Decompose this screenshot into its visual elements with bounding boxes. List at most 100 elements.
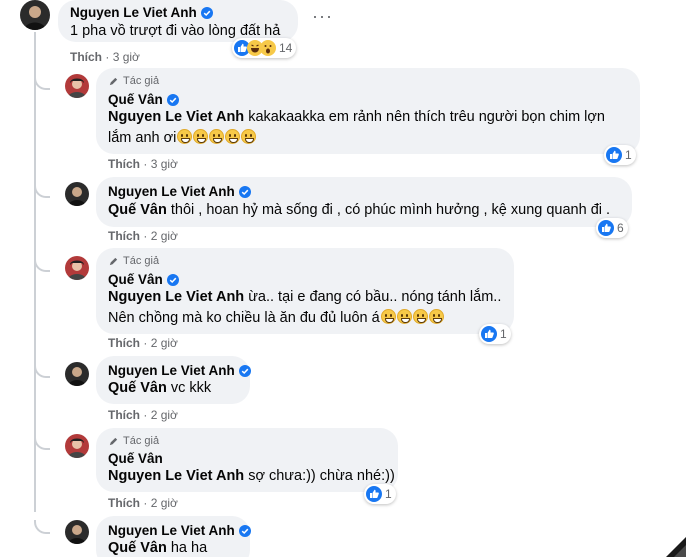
- meta-separator: ·: [143, 157, 151, 171]
- author-badge: Tác giả: [108, 255, 159, 267]
- reaction-summary[interactable]: 6: [596, 218, 628, 238]
- reaction-summary[interactable]: 1: [604, 145, 636, 165]
- commenter-name[interactable]: Quế Vân: [108, 451, 163, 466]
- verified-icon: [166, 93, 179, 106]
- comment-meta: Thích · 3 giờ: [70, 50, 140, 64]
- corner-graphic: [666, 537, 686, 557]
- avatar[interactable]: [65, 74, 89, 98]
- mention-link[interactable]: Nguyen Le Viet Anh: [108, 289, 244, 305]
- wow-icon: [260, 40, 276, 56]
- timestamp[interactable]: 2 giờ: [151, 496, 178, 510]
- reaction-count: 1: [625, 148, 632, 162]
- commenter-name[interactable]: Nguyen Le Viet Anh: [108, 363, 251, 378]
- timestamp[interactable]: 2 giờ: [151, 336, 178, 350]
- comment-line: vc kkk: [166, 380, 212, 396]
- commenter-name[interactable]: Quế Vân: [108, 92, 179, 107]
- more-options-icon[interactable]: ···: [312, 6, 333, 27]
- name-text[interactable]: Nguyen Le Viet Anh: [108, 523, 235, 538]
- reaction-count: 14: [279, 41, 293, 55]
- thread-connector: [34, 76, 50, 90]
- like-icon: [606, 147, 622, 163]
- comment-line: ừa.. tại e đang có bầu.. nóng tánh lắm..: [244, 289, 502, 305]
- meta-separator: ·: [143, 336, 151, 350]
- grin-emoji-icon: [428, 309, 444, 324]
- timestamp[interactable]: 3 giờ: [151, 157, 178, 171]
- avatar[interactable]: [65, 434, 89, 458]
- comment-meta: Thích · 2 giờ: [108, 496, 178, 510]
- like-button[interactable]: Thích: [108, 229, 140, 243]
- name-text[interactable]: Quế Vân: [108, 92, 163, 107]
- reaction-summary[interactable]: 1: [479, 324, 511, 344]
- thread-connector: [34, 258, 50, 272]
- comment-meta: Thích · 2 giờ: [108, 336, 178, 350]
- reaction-summary[interactable]: 1: [364, 484, 396, 504]
- verified-icon: [238, 364, 251, 377]
- thread-connector: [34, 520, 50, 534]
- mention-link[interactable]: Nguyen Le Viet Anh: [108, 109, 244, 125]
- like-button[interactable]: Thích: [108, 496, 140, 510]
- like-button[interactable]: Thích: [108, 408, 140, 422]
- avatar[interactable]: [65, 256, 89, 280]
- meta-separator: ·: [105, 50, 113, 64]
- name-text[interactable]: Nguyen Le Viet Anh: [108, 363, 235, 378]
- grin-emoji-icon: [177, 129, 193, 144]
- comment-line: Nên chồng mà ko chiều là ăn đu đủ luôn á: [108, 310, 380, 326]
- like-icon: [366, 486, 382, 502]
- verified-icon: [238, 524, 251, 537]
- avatar[interactable]: [65, 362, 89, 386]
- comment-text: Nguyen Le Viet Anh kakakaakka em rảnh nê…: [108, 107, 605, 127]
- like-button[interactable]: Thích: [108, 336, 140, 350]
- comment-line: ha ha: [166, 540, 208, 556]
- like-icon: [598, 220, 614, 236]
- comment-line: sợ chưa:)) chừa nhé:)): [244, 468, 395, 484]
- timestamp[interactable]: 2 giờ: [151, 408, 178, 422]
- commenter-name[interactable]: Nguyen Le Viet Anh: [70, 5, 213, 20]
- reaction-summary[interactable]: 14: [232, 38, 297, 58]
- commenter-name[interactable]: Nguyen Le Viet Anh: [108, 523, 251, 538]
- grin-emoji-icon: [241, 129, 257, 144]
- meta-separator: ·: [143, 229, 151, 243]
- comment-text: Nên chồng mà ko chiều là ăn đu đủ luôn á: [108, 308, 444, 328]
- name-text[interactable]: Quế Vân: [108, 272, 163, 287]
- timestamp[interactable]: 2 giờ: [151, 229, 178, 243]
- mention-link[interactable]: Nguyen Le Viet Anh: [108, 468, 244, 484]
- mention-link[interactable]: Quế Vân: [108, 540, 167, 556]
- avatar[interactable]: [65, 182, 89, 206]
- author-badge-label: Tác giả: [123, 255, 160, 267]
- like-button[interactable]: Thích: [108, 157, 140, 171]
- grin-emoji-icon: [396, 309, 412, 324]
- grin-emoji-icon: [209, 129, 225, 144]
- meta-separator: ·: [143, 408, 151, 422]
- author-badge: Tác giả: [108, 75, 159, 87]
- mention-link[interactable]: Quế Vân: [108, 380, 167, 396]
- pen-icon: [109, 437, 118, 445]
- commenter-name[interactable]: Quế Vân: [108, 272, 179, 287]
- mention-link[interactable]: Quế Vân: [108, 202, 167, 218]
- author-badge-label: Tác giả: [123, 75, 160, 87]
- comment-meta: Thích · 2 giờ: [108, 229, 178, 243]
- reaction-count: 6: [617, 221, 624, 235]
- name-text[interactable]: Nguyen Le Viet Anh: [70, 5, 197, 20]
- comment-text: Quế Vân thôi , hoan hỷ mà sống đi , có p…: [108, 200, 610, 220]
- author-badge-label: Tác giả: [123, 435, 160, 447]
- commenter-name[interactable]: Nguyen Le Viet Anh: [108, 184, 251, 199]
- grin-emoji-icon: [225, 129, 241, 144]
- verified-icon: [200, 6, 213, 19]
- grin-emoji-icon: [193, 129, 209, 144]
- author-badge: Tác giả: [108, 435, 159, 447]
- timestamp[interactable]: 3 giờ: [113, 50, 140, 64]
- grin-emoji-icon: [412, 309, 428, 324]
- thread-connector: [34, 184, 50, 198]
- verified-icon: [238, 185, 251, 198]
- thread-connector: [34, 436, 50, 450]
- like-button[interactable]: Thích: [70, 50, 102, 64]
- comment-text: Quế Vân vc kkk: [108, 378, 211, 398]
- comment-line: lắm anh ơi: [108, 130, 177, 146]
- comment-text: lắm anh ơi: [108, 128, 257, 148]
- reaction-count: 1: [500, 327, 507, 341]
- name-text[interactable]: Quế Vân: [108, 451, 163, 466]
- name-text[interactable]: Nguyen Le Viet Anh: [108, 184, 235, 199]
- avatar[interactable]: [65, 520, 89, 544]
- pen-icon: [109, 77, 118, 85]
- avatar[interactable]: [20, 0, 50, 30]
